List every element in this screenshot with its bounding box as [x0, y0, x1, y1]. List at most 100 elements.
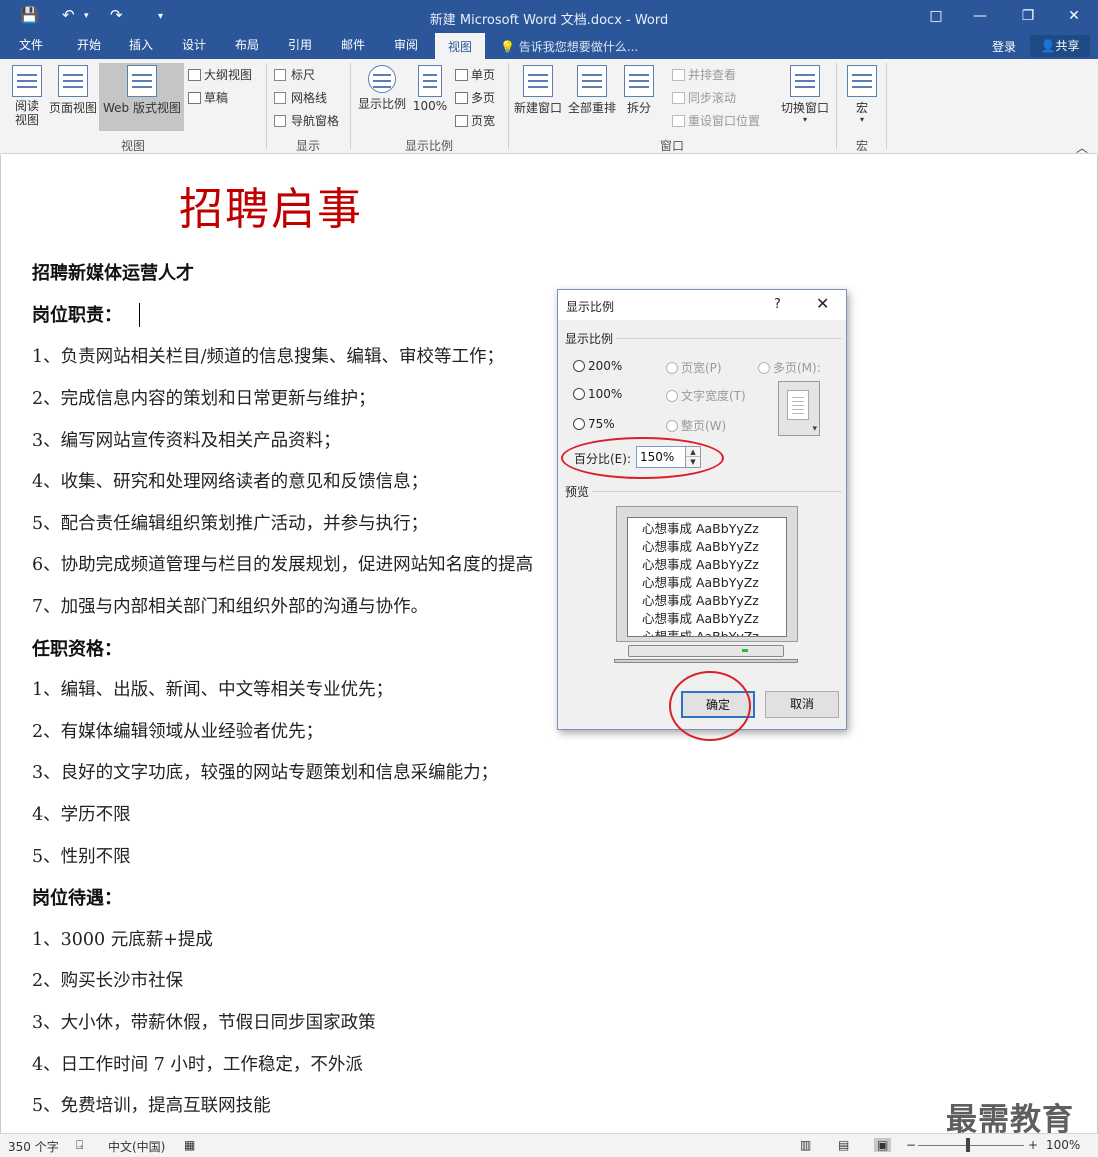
zoom-100-button[interactable]: 100%: [410, 65, 450, 113]
zoom-75-radio[interactable]: 75%: [573, 417, 615, 431]
paragraph: 7、加强与内部相关部门和组织外部的沟通与协作。: [32, 597, 429, 617]
zoom-100-label: 100%: [588, 387, 623, 401]
zoom-slider-thumb[interactable]: [966, 1138, 970, 1152]
login-link[interactable]: 登录: [992, 38, 1016, 55]
split-button[interactable]: 拆分: [622, 65, 656, 116]
lightbulb-icon: 💡: [500, 40, 515, 54]
text-width-label: 文字宽度(T): [681, 389, 746, 403]
tab-references[interactable]: 引用: [277, 33, 323, 59]
tab-layout[interactable]: 布局: [224, 33, 270, 59]
section-heading: 招聘新媒体运营人才: [32, 263, 194, 284]
many-pages-radio[interactable]: 多页(M):: [758, 359, 821, 376]
zoom-button[interactable]: 显示比例: [356, 65, 408, 112]
zoom-200-radio[interactable]: 200%: [573, 359, 622, 373]
document-canvas[interactable]: 招聘启事 招聘新媒体运营人才 岗位职责： 1、负责网站相关栏目/频道的信息搜集、编辑…: [0, 155, 1098, 1133]
ribbon-display-options-button[interactable]: □: [916, 4, 956, 28]
read-mode-button[interactable]: 阅读视图: [6, 65, 48, 127]
tell-me-search[interactable]: 💡 告诉我您想要做什么...: [500, 38, 638, 55]
multiple-pages-button[interactable]: 多页: [455, 89, 495, 106]
tab-design[interactable]: 设计: [171, 33, 217, 59]
whole-page-radio[interactable]: 整页(W): [666, 417, 726, 434]
reset-position-label: 重设窗口位置: [688, 114, 761, 128]
switch-window-button[interactable]: 切换窗口 ▾: [778, 65, 832, 124]
many-pages-label: 多页(M):: [773, 361, 821, 375]
preview-text-line: 心想事成 AaBbYyZz: [642, 629, 759, 637]
share-button[interactable]: 👤共享: [1030, 35, 1090, 57]
section-divider: [616, 338, 842, 339]
paragraph: 5、性别不限: [32, 847, 131, 867]
one-page-icon: [455, 69, 468, 81]
zoom-100-radio[interactable]: 100%: [573, 387, 622, 401]
paragraph: 4、收集、研究和处理网络读者的意见和反馈信息；: [32, 472, 429, 492]
word-count[interactable]: 350 个字: [8, 1138, 59, 1155]
new-window-button[interactable]: 新建窗口: [512, 65, 564, 116]
chevron-down-icon: ▾: [812, 424, 817, 434]
web-layout-button[interactable]: Web 版式视图: [100, 65, 184, 116]
paragraph: 4、学历不限: [32, 805, 131, 825]
page-width-button[interactable]: 页宽: [455, 112, 495, 129]
web-layout-view-icon[interactable]: ▣: [874, 1138, 892, 1152]
print-layout-button[interactable]: 页面视图: [48, 65, 98, 116]
draft-view-button[interactable]: 草稿: [188, 89, 228, 106]
reset-position-button[interactable]: 重设窗口位置: [672, 112, 760, 129]
close-icon[interactable]: ✕: [816, 294, 829, 313]
zoom-out-button[interactable]: −: [906, 1138, 916, 1152]
macros-button[interactable]: 宏 ▾: [842, 65, 882, 124]
arrange-all-button[interactable]: 全部重排: [566, 65, 618, 116]
gridlines-checkbox[interactable]: 网格线: [274, 89, 327, 106]
macro-record-icon[interactable]: ▦: [184, 1138, 195, 1152]
zoom-dialog: 显示比例 ? ✕ 显示比例 200% 100% 75% 页宽(P) 文字宽度(T…: [557, 289, 847, 741]
preview-monitor: 心想事成 AaBbYyZz 心想事成 AaBbYyZz 心想事成 AaBbYyZz 心…: [616, 506, 798, 642]
zoom-slider-track[interactable]: [918, 1145, 1024, 1146]
preview-screen: 心想事成 AaBbYyZz 心想事成 AaBbYyZz 心想事成 AaBbYyZz 心…: [627, 517, 787, 637]
many-pages-picker[interactable]: ▾: [778, 381, 820, 436]
zoom-label: 显示比例: [357, 97, 406, 111]
page-icon: [58, 65, 88, 97]
zoom-percent[interactable]: 100%: [1046, 1138, 1080, 1152]
minimize-button[interactable]: —: [960, 4, 1000, 28]
title-bar: 💾 ↶ ▾ ↷ ▾ 新建 Microsoft Word 文档.docx - Wo…: [0, 0, 1098, 33]
radio-circle: [666, 420, 678, 432]
paragraph: 2、有媒体编辑领域从业经验者优先；: [32, 722, 324, 742]
nav-pane-checkbox[interactable]: 导航窗格: [274, 112, 339, 129]
close-window-button[interactable]: ✕: [1054, 4, 1094, 28]
print-layout-view-icon[interactable]: ▤: [838, 1138, 849, 1152]
paragraph: 1、编辑、出版、新闻、中文等相关专业优先；: [32, 680, 394, 700]
proofing-icon[interactable]: ⍈: [76, 1138, 83, 1153]
zoom-in-button[interactable]: +: [1028, 1138, 1038, 1152]
read-mode-view-icon[interactable]: ▥: [800, 1138, 811, 1152]
chevron-down-icon: ▾: [859, 115, 864, 124]
paragraph: 5、配合责任编辑组织策划推广活动，并参与执行；: [32, 514, 429, 534]
switch-window-icon: [790, 65, 820, 97]
paragraph: 3、大小休，带薪休假，节假日同步国家政策: [32, 1013, 376, 1033]
side-by-side-button[interactable]: 并排查看: [672, 66, 736, 83]
help-icon[interactable]: ?: [774, 297, 781, 312]
magnifier-icon: [368, 65, 396, 93]
person-icon: 👤: [1040, 39, 1056, 53]
book-icon: [12, 65, 42, 97]
tab-review[interactable]: 审阅: [383, 33, 429, 59]
tab-home[interactable]: 开始: [66, 33, 112, 59]
collapse-ribbon-icon[interactable]: ︿: [1076, 139, 1088, 156]
cancel-button[interactable]: 取消: [765, 691, 839, 718]
sync-scroll-button[interactable]: 同步滚动: [672, 89, 736, 106]
maximize-button[interactable]: ❐: [1008, 4, 1048, 28]
outline-view-button[interactable]: 大纲视图: [188, 66, 252, 83]
separator: [886, 63, 887, 149]
section-divider: [592, 491, 842, 492]
one-page-button[interactable]: 单页: [455, 66, 495, 83]
macros-label: 宏: [855, 101, 868, 115]
language-indicator[interactable]: 中文(中国): [108, 1138, 165, 1155]
sync-scroll-icon: [672, 92, 685, 104]
section-heading: 任职资格：: [32, 639, 122, 660]
tab-mailings[interactable]: 邮件: [330, 33, 376, 59]
preview-text-line: 心想事成 AaBbYyZz: [642, 557, 759, 572]
radio-circle: [758, 362, 770, 374]
tab-view[interactable]: 视图: [435, 33, 485, 59]
ruler-checkbox[interactable]: 标尺: [274, 66, 315, 83]
tab-insert[interactable]: 插入: [118, 33, 164, 59]
tab-file[interactable]: 文件: [8, 33, 54, 59]
preview-text-line: 心想事成 AaBbYyZz: [642, 575, 759, 590]
page-width-radio[interactable]: 页宽(P): [666, 359, 722, 376]
text-width-radio[interactable]: 文字宽度(T): [666, 387, 746, 404]
